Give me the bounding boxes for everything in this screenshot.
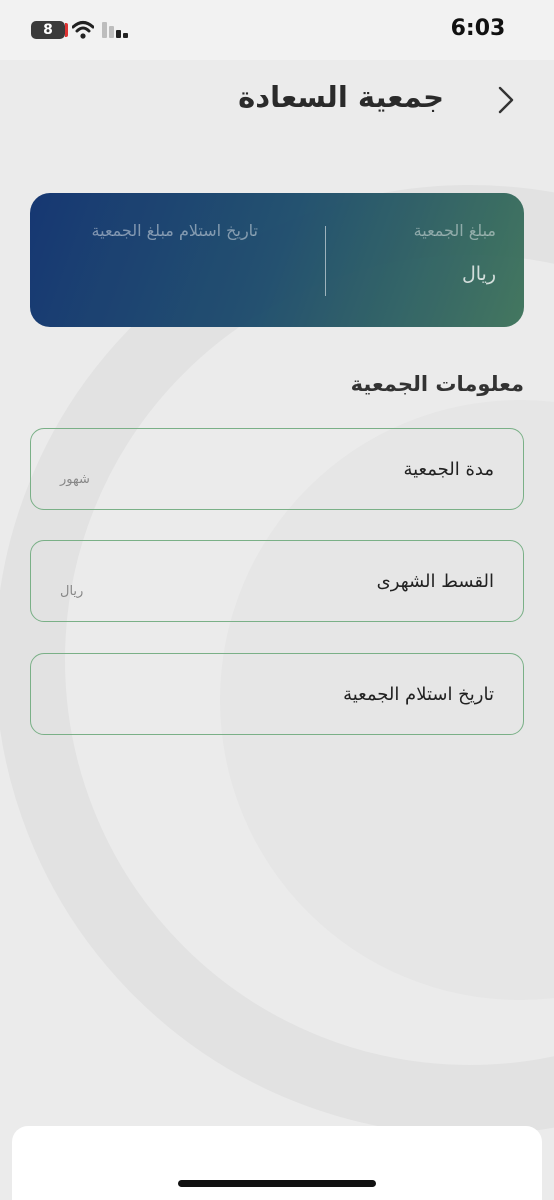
summary-card: مبلغ الجمعية ريال تاريخ استلام مبلغ الجم… — [30, 193, 524, 327]
home-indicator[interactable] — [178, 1180, 376, 1187]
battery-level: 8 — [43, 22, 53, 38]
chevron-right-icon[interactable] — [488, 82, 524, 118]
installment-field[interactable]: القسط الشهرى ريال — [30, 540, 524, 622]
battery-icon: 8 — [31, 21, 68, 39]
card-divider — [325, 226, 326, 296]
status-bar: 8 6:03 — [0, 0, 554, 60]
page-title: جمعية السعادة — [238, 80, 444, 114]
receive-date-field[interactable]: تاريخ استلام الجمعية — [30, 653, 524, 735]
installment-field-unit: ريال — [60, 584, 84, 599]
wifi-icon — [72, 21, 94, 39]
duration-field[interactable]: مدة الجمعية شهور — [30, 428, 524, 510]
card-amount-value: ريال — [461, 263, 496, 285]
page-content: جمعية السعادة مبلغ الجمعية ريال تاريخ اس… — [0, 60, 554, 1200]
receive-date-field-label: تاريخ استلام الجمعية — [343, 684, 494, 705]
status-time: 6:03 — [450, 16, 506, 41]
card-amount-label: مبلغ الجمعية — [413, 221, 496, 240]
duration-field-unit: شهور — [60, 472, 90, 487]
bottom-sheet[interactable] — [12, 1126, 542, 1200]
duration-field-label: مدة الجمعية — [403, 459, 494, 480]
section-title: معلومات الجمعية — [350, 372, 524, 396]
cellular-signal-icon — [102, 22, 128, 38]
installment-field-label: القسط الشهرى — [376, 571, 494, 592]
screen: 8 6:03 جمعية السعادة مبلغ الجمعية ريال ت… — [0, 0, 554, 1200]
card-receive-date-label: تاريخ استلام مبلغ الجمعية — [91, 221, 258, 240]
